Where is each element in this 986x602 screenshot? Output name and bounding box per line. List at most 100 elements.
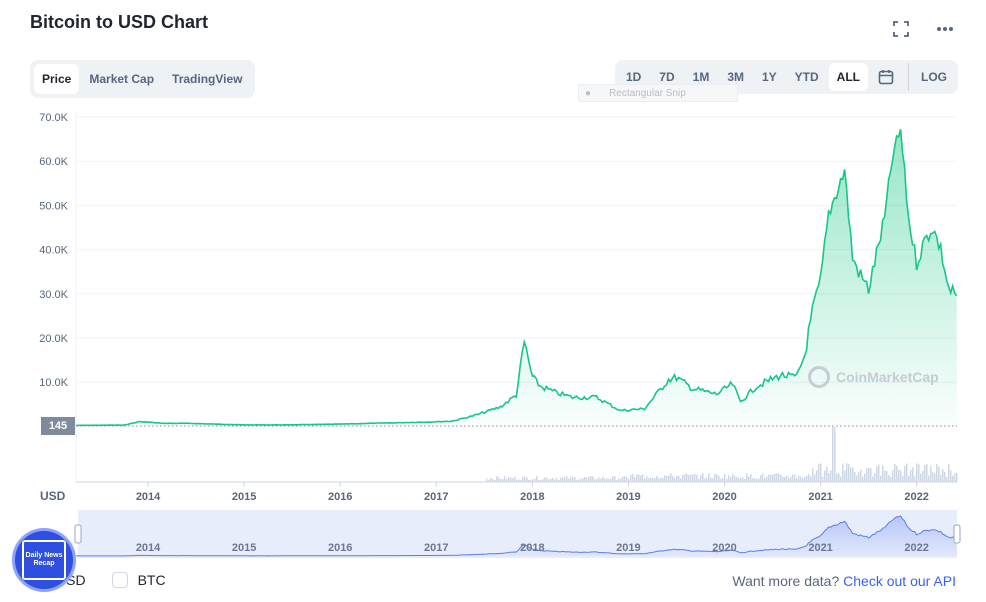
volume-bar [454, 481, 456, 482]
volume-bar [458, 481, 460, 482]
volume-bar [944, 471, 946, 482]
volume-bar [826, 466, 828, 482]
volume-bar [216, 481, 218, 482]
volume-bar [680, 478, 682, 482]
volume-bar [108, 481, 110, 482]
volume-bar [934, 473, 936, 482]
volume-bar [842, 463, 844, 482]
x-tick-label: 2015 [232, 491, 256, 503]
volume-bar [134, 481, 136, 482]
volume-bar [136, 481, 138, 482]
volume-bar [758, 478, 760, 482]
volume-bar [648, 478, 650, 482]
volume-bar [514, 476, 516, 482]
volume-bar [264, 481, 266, 482]
volume-bar [866, 467, 868, 482]
volume-bar [232, 481, 234, 482]
volume-bar [540, 479, 542, 482]
volume-bar [732, 473, 734, 482]
y-tick-label: 40.0K [39, 245, 68, 257]
volume-bar [392, 481, 394, 482]
volume-bar [282, 481, 284, 482]
volume-bar [536, 476, 538, 482]
volume-bar [242, 481, 244, 482]
volume-bar [314, 481, 316, 482]
volume-bar [682, 475, 684, 482]
volume-bar [222, 481, 224, 482]
volume-bar [326, 481, 328, 482]
volume-bar [138, 481, 140, 482]
volume-bar [488, 479, 490, 482]
volume-bar [722, 478, 724, 482]
volume-bar [930, 466, 932, 482]
volume-bar [180, 481, 182, 482]
api-link[interactable]: Check out our API [843, 573, 956, 589]
volume-bar [688, 475, 690, 482]
volume-bar [130, 481, 132, 482]
navigator-tick-label: 2015 [232, 542, 256, 554]
volume-bar [88, 481, 90, 482]
volume-bar [156, 481, 158, 482]
volume-bar [576, 479, 578, 482]
volume-bar [178, 481, 180, 482]
volume-bar [300, 481, 302, 482]
legend-btc[interactable]: BTC [111, 572, 166, 588]
volume-bar [740, 477, 742, 482]
volume-bar [306, 481, 308, 482]
volume-bar [946, 476, 948, 482]
volume-bar [922, 471, 924, 482]
volume-bar [630, 474, 632, 482]
volume-bar [542, 479, 544, 482]
volume-bar [516, 479, 518, 482]
volume-bar [562, 477, 564, 482]
volume-bar [574, 477, 576, 482]
volume-bar [174, 481, 176, 482]
volume-bar [876, 466, 878, 482]
btc-checkbox[interactable] [111, 572, 128, 588]
volume-bar [194, 481, 196, 482]
volume-bar [582, 477, 584, 482]
volume-bar [254, 481, 256, 482]
volume-bar [920, 473, 922, 482]
volume-bar [350, 481, 352, 482]
navigator-handle-left[interactable] [74, 524, 82, 544]
volume-bar [642, 474, 644, 482]
volume-bar [442, 481, 444, 482]
volume-bar [854, 472, 856, 482]
volume-bar [756, 478, 758, 482]
volume-bar [158, 481, 160, 482]
volume-bar [438, 481, 440, 482]
volume-bar [772, 474, 774, 482]
volume-bar [760, 475, 762, 482]
volume-bar [266, 481, 268, 482]
volume-bar [736, 476, 738, 482]
volume-bar [916, 463, 918, 482]
volume-bar [590, 476, 592, 482]
price-chart[interactable]: 70.0K 60.0K 50.0K 40.0K 30.0K 20.0K 10.0K 2014… [0, 0, 986, 602]
volume-bar [754, 478, 756, 482]
volume-bar [466, 481, 468, 482]
volume-bar [338, 481, 340, 482]
volume-bar [654, 477, 656, 482]
coinmarketcap-watermark: CoinMarketCap [808, 366, 939, 388]
volume-bar [252, 481, 254, 482]
volume-bar [846, 463, 848, 482]
volume-bar [126, 481, 128, 482]
volume-bar [140, 481, 142, 482]
volume-bar [626, 476, 628, 482]
volume-bar [808, 474, 810, 482]
volume-bar [780, 474, 782, 482]
volume-bar [850, 467, 852, 482]
volume-bar [390, 481, 392, 482]
volume-bar [518, 479, 520, 482]
navigator-handle-right[interactable] [953, 524, 961, 544]
volume-bar [914, 476, 916, 482]
volume-bar [166, 481, 168, 482]
volume-bar [330, 481, 332, 482]
y-axis: 70.0K 60.0K 50.0K 40.0K 30.0K 20.0K 10.0K [39, 112, 68, 389]
legend-btc-label: BTC [137, 572, 166, 588]
volume-bar [506, 479, 508, 482]
volume-bar [220, 481, 222, 482]
navigator-tick-label: 2014 [136, 542, 161, 554]
volume-bar [260, 481, 262, 482]
